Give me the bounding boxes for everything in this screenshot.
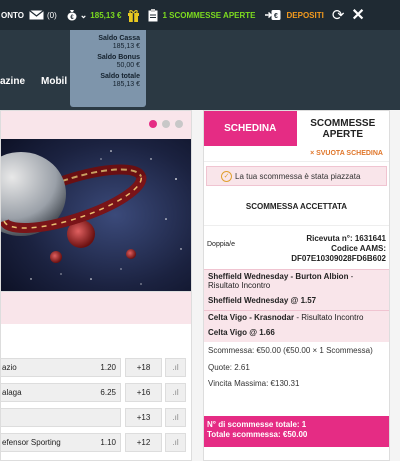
carousel-dot[interactable] [162,120,170,128]
bet-summary: Scommessa: €50.00 (€50.00 × 1 Scommessa)… [204,342,389,399]
betslip-tabs: SCHEDINA SCOMMESSE APERTE [204,111,389,146]
receipt-block: Doppia/e Ricevuta n°: 1631641 Codice AAM… [204,225,389,269]
selection-name: efensor Sporting [2,438,61,447]
odds-selection[interactable]: azio 1.20 [0,358,121,377]
total-stake: Totale scommessa: €50.00 [207,430,308,439]
tab-betslip[interactable]: SCHEDINA [204,111,297,146]
bet-event: Celta Vigo - Krasnodar - Risultato Incon… [204,310,389,342]
odds-row: +13 .ıl [0,408,192,427]
page: ONTO (0) € ⌄ 185,13 € 1 SCOMMESSE APERTE… [0,0,400,461]
odds-text: Quote: 2.61 [208,363,250,372]
betslip-panel: SCHEDINA SCOMMESSE APERTE × SVUOTA SCHED… [203,110,390,461]
selection-odds: 1.20 [100,363,116,372]
receipt-info: Ricevuta n°: 1631641 Codice AAMS: DF07E1… [291,234,386,264]
selection-name: alaga [2,388,22,397]
more-markets-button[interactable]: +16 [125,383,162,402]
event-teams: Celta Vigo - Krasnodar - Risultato Incon… [208,313,385,322]
selection-name: azio [2,363,17,372]
chevron-down-icon[interactable]: ⌄ [80,10,88,21]
close-icon[interactable]: ✕ [351,5,364,25]
cash-balance-value: 185,13 € [112,43,140,50]
total-bets-count: N° di scommesse totale: 1 [207,420,307,429]
event-market: - Risultato Incontro [294,313,364,322]
clear-betslip-button[interactable]: × SVUOTA SCHEDINA [204,146,389,162]
stats-icon[interactable]: .ıl [165,358,186,377]
messages-count: (0) [46,10,57,20]
check-icon: ✓ [221,170,232,182]
odds-list-header [1,292,191,324]
balance-amount[interactable]: 185,13 € [90,11,121,20]
account-label[interactable]: ONTO [1,11,24,20]
more-markets-button[interactable]: +13 [125,408,162,427]
odds-row: azio 1.20 +18 .ıl [0,358,192,377]
carousel-dots [149,120,183,128]
open-bets-link[interactable]: 1 SCOMMESSE APERTE [162,11,255,20]
event-pick: Sheffield Wednesday @ 1.57 [208,296,317,305]
event-pick: Celta Vigo @ 1.66 [208,328,275,337]
deposit-icon[interactable]: € [264,9,281,21]
main-nav: azine Mobil [0,30,400,110]
more-markets-button[interactable]: +12 [125,433,162,452]
bet-placed-text: La tua scommessa è stata piazzata [235,171,361,181]
gift-icon[interactable] [127,9,140,22]
carousel-dot[interactable] [175,120,183,128]
money-bag-icon[interactable]: € [67,9,77,21]
selection-odds: 1.10 [100,438,116,447]
betslip-totals: N° di scommesse totale: 1 Totale scommes… [204,416,389,447]
event-match: Sheffield Wednesday - Burton Albion [208,272,349,281]
stats-icon[interactable]: .ıl [165,408,186,427]
event-match: Celta Vigo - Krasnodar [208,313,295,322]
nav-item-magazine[interactable]: azine [0,76,25,87]
total-balance-value: 185,13 € [112,81,140,88]
bet-accepted-title: SCOMMESSA ACCETTATA [245,202,348,211]
top-bar: ONTO (0) € ⌄ 185,13 € 1 SCOMMESSE APERTE… [0,0,400,30]
mail-icon[interactable] [29,10,44,20]
selection-odds: 6.25 [100,388,116,397]
odds-row: alaga 6.25 +16 .ıl [0,383,192,402]
bet-event: Sheffield Wednesday - Burton Albion - Ri… [204,269,389,310]
max-win-text: Vincita Massima: €130.31 [208,379,300,388]
stats-icon[interactable]: .ıl [165,383,186,402]
tab-open-bets[interactable]: SCOMMESSE APERTE [296,111,389,146]
event-teams: Sheffield Wednesday - Burton Albion - Ri… [208,272,385,290]
odds-selection[interactable] [0,408,121,427]
bet-placed-message: ✓ La tua scommessa è stata piazzata [206,166,387,186]
aams-code-label: Codice AAMS: [331,244,386,253]
stats-icon[interactable]: .ıl [165,433,186,452]
clipboard-icon[interactable] [148,8,158,22]
svg-text:€: € [274,13,278,20]
stake-text: Scommessa: €50.00 (€50.00 × 1 Scommessa) [208,346,373,355]
promo-banner[interactable] [0,110,192,292]
odds-selection[interactable]: alaga 6.25 [0,383,121,402]
deposit-link[interactable]: DEPOSITI [287,11,324,20]
more-markets-button[interactable]: +18 [125,358,162,377]
bonus-balance-label: Saldo Bonus [97,54,140,61]
nav-item-mobile[interactable]: Mobil [41,76,67,87]
total-balance-label: Saldo totale [100,73,140,80]
refresh-icon[interactable]: ⟳ [332,6,345,24]
odds-row: efensor Sporting 1.10 +12 .ıl [0,433,192,452]
cash-balance-label: Saldo Cassa [98,35,140,42]
roulette-space-image [1,139,191,291]
balance-dropdown: Saldo Cassa 185,13 € Saldo Bonus 50,00 €… [70,30,146,107]
carousel-dot[interactable] [149,120,157,128]
bet-type: Doppia/e [207,241,236,248]
odds-selection[interactable]: efensor Sporting 1.10 [0,433,121,452]
aams-code-value: DF07E10309028FD6B602 [291,254,386,263]
bonus-balance-value: 50,00 € [116,62,140,69]
receipt-number: Ricevuta n°: 1631641 [306,234,386,243]
